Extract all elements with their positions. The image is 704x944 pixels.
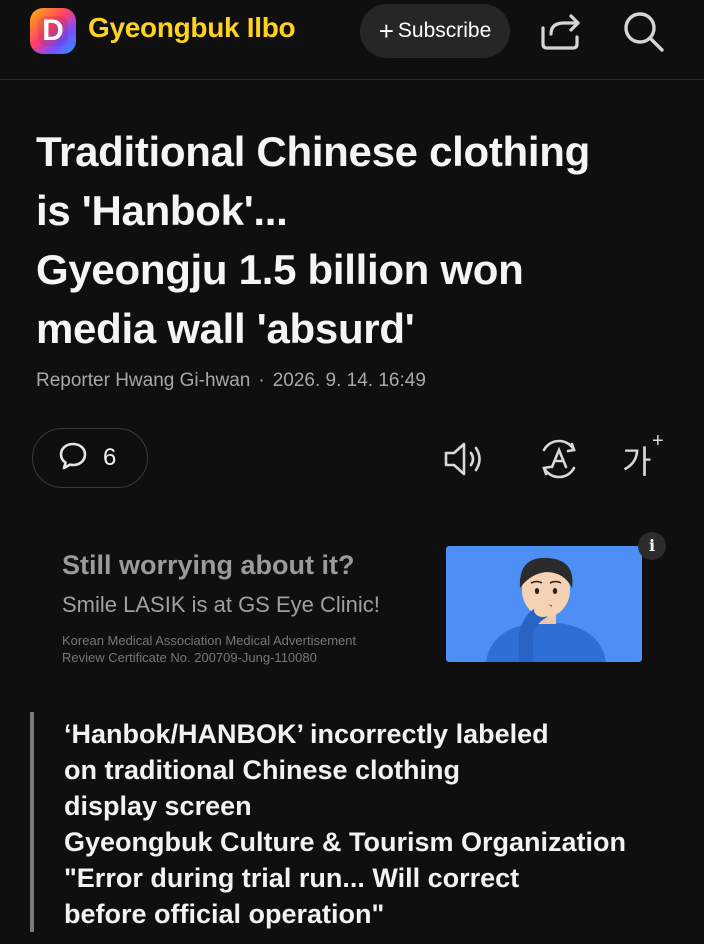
subheadline-line: Gyeongbuk Culture & Tourism Organization <box>64 827 627 857</box>
subscribe-button[interactable]: + Subscribe <box>360 4 510 58</box>
subheadline-line: ‘Hanbok/HANBOK’ incorrectly labeled <box>64 719 549 749</box>
share-icon[interactable] <box>538 8 584 54</box>
site-logo[interactable]: D <box>30 8 76 54</box>
headline-line: is 'Hanbok'... <box>36 187 288 234</box>
headline-line: Gyeongju 1.5 billion won <box>36 246 524 293</box>
subheadline-line: on traditional Chinese clothing <box>64 755 461 785</box>
subscribe-label: Subscribe <box>397 19 492 42</box>
logo-letter: D <box>42 14 64 47</box>
article-headline: Traditional Chinese clothing is 'Hanbok'… <box>36 122 676 358</box>
article-subheadline: ‘Hanbok/HANBOK’ incorrectly labeled on t… <box>64 716 684 932</box>
ad-image[interactable] <box>446 546 642 662</box>
comment-count: 6 <box>103 444 117 471</box>
reporter-name[interactable]: Reporter Hwang Gi-hwan <box>36 370 250 391</box>
subheadline-line: "Error during trial run... Will correct <box>64 863 520 893</box>
search-icon[interactable] <box>620 8 666 54</box>
ad-title[interactable]: Still worrying about it? <box>62 550 355 581</box>
quote-bar <box>30 712 34 932</box>
byline: Reporter Hwang Gi-hwan · 2026. 9. 14. 16:4… <box>36 370 426 392</box>
plus-icon: + <box>378 16 394 46</box>
speaker-icon[interactable] <box>442 436 488 482</box>
site-name[interactable]: Gyeongbuk Ilbo <box>88 12 296 44</box>
headline-line: Traditional Chinese clothing <box>36 128 590 175</box>
translate-icon[interactable] <box>536 436 582 482</box>
subheadline-line: before official operation" <box>64 899 385 929</box>
ad-fine-print: Korean Medical Association Medical Adver… <box>62 632 422 666</box>
top-bar: D Gyeongbuk Ilbo + Subscribe <box>0 0 704 80</box>
byline-separator: · <box>258 370 265 391</box>
ad-info-icon[interactable]: i <box>638 532 666 560</box>
font-size-icon[interactable]: 가 <box>622 437 651 483</box>
headline-line: media wall 'absurd' <box>36 305 415 352</box>
publish-time: 2026. 9. 14. 16:49 <box>272 370 426 391</box>
subheadline-line: display screen <box>64 791 252 821</box>
comment-icon <box>57 440 89 477</box>
font-size-plus: + <box>652 430 664 452</box>
ad-subtitle[interactable]: Smile LASIK is at GS Eye Clinic! <box>62 592 380 618</box>
ad-fine-print-line: Review Certificate No. 200709-Jung-11008… <box>62 650 317 665</box>
ad-fine-print-line: Korean Medical Association Medical Adver… <box>62 633 357 648</box>
comment-button[interactable]: 6 <box>32 428 148 488</box>
